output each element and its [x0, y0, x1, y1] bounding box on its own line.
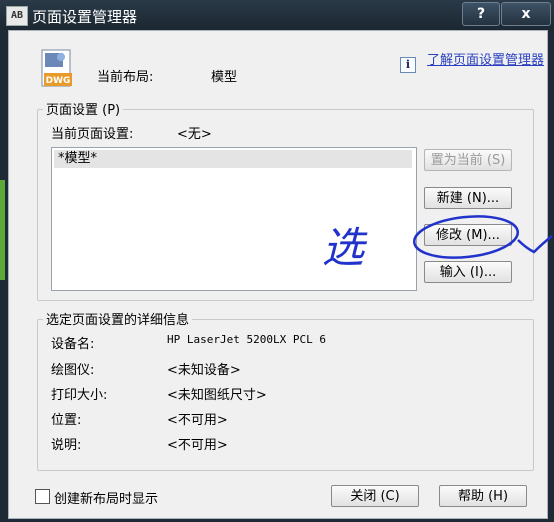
show-on-new-layout-label: 创建新布局时显示	[54, 492, 159, 507]
title-bar[interactable]: AB 页面设置管理器 ? x	[0, 0, 554, 30]
import-button[interactable]: 输入 (I)...	[424, 261, 512, 283]
page-setups-list[interactable]: *模型*	[51, 147, 417, 291]
window-title: 页面设置管理器	[32, 8, 138, 26]
description-value: <不可用>	[167, 438, 228, 453]
app-icon: AB	[6, 6, 28, 26]
learn-page-setup-link[interactable]: 了解页面设置管理器	[427, 53, 547, 69]
plotter-value: <未知设备>	[167, 363, 241, 378]
plot-size-label: 打印大小:	[51, 388, 108, 403]
current-layout-label: 当前布局:	[97, 70, 154, 85]
dialog-content: DWG 当前布局: 模型 i 了解页面设置管理器 页面设置 (P) 当前页面设置…	[8, 30, 548, 519]
dwg-icon-label: DWG	[46, 76, 71, 86]
background-edge	[0, 180, 5, 280]
set-current-button[interactable]: 置为当前 (S)	[424, 149, 512, 171]
show-on-new-layout-checkbox[interactable]	[35, 489, 50, 504]
info-icon: i	[400, 57, 416, 73]
current-page-setup-label: 当前页面设置:	[51, 127, 134, 142]
help-button[interactable]: 帮助 (H)	[439, 485, 527, 507]
location-value: <不可用>	[167, 413, 228, 428]
device-name-label: 设备名:	[51, 337, 95, 352]
plot-size-value: <未知图纸尺寸>	[167, 388, 267, 403]
page-setup-manager-window: AB 页面设置管理器 ? x DWG 当前布局: 模型 i 了解页面设置管理器 …	[0, 0, 554, 522]
current-page-setup-value: <无>	[177, 127, 212, 142]
current-layout-value: 模型	[211, 70, 238, 85]
details-group-title: 选定页面设置的详细信息	[43, 309, 193, 328]
help-icon-button[interactable]: ?	[462, 2, 500, 26]
plotter-label: 绘图仪:	[51, 363, 95, 378]
page-setups-group-title: 页面设置 (P)	[43, 99, 124, 118]
device-name-value: HP LaserJet 5200LX PCL 6	[167, 333, 326, 346]
location-label: 位置:	[51, 413, 82, 428]
new-button[interactable]: 新建 (N)...	[424, 187, 512, 209]
description-label: 说明:	[51, 438, 82, 453]
dwg-file-icon: DWG	[41, 49, 72, 87]
close-button[interactable]: 关闭 (C)	[331, 485, 419, 507]
close-icon-button[interactable]: x	[501, 2, 551, 26]
modify-button[interactable]: 修改 (M)...	[424, 224, 512, 246]
list-item[interactable]: *模型*	[54, 150, 412, 168]
